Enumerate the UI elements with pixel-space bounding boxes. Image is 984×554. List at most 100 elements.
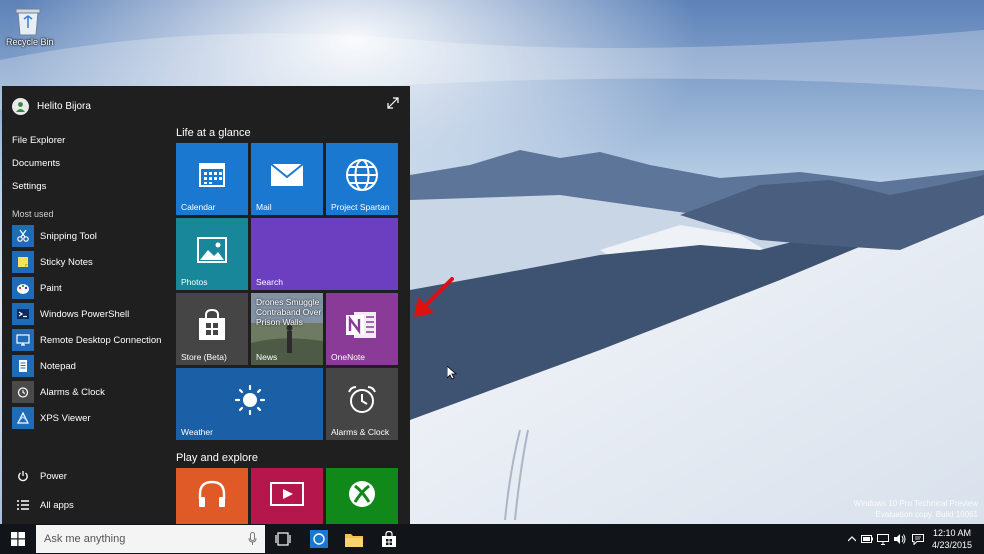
group-play-and-explore: Play and explore xyxy=(176,452,258,464)
paint-icon xyxy=(12,277,34,299)
tile-label: Project Spartan xyxy=(331,202,390,212)
list-icon xyxy=(16,500,30,510)
power-icon xyxy=(16,470,30,482)
expand-start-icon[interactable] xyxy=(386,96,400,110)
watermark-line1: Windows 10 Pro Technical Preview xyxy=(853,499,978,508)
remote-desktop-icon xyxy=(12,329,34,351)
file-explorer-link[interactable]: File Explorer xyxy=(12,135,65,146)
powershell-icon xyxy=(12,303,34,325)
settings-link[interactable]: Settings xyxy=(12,181,46,192)
app-snipping-tool[interactable]: Snipping Tool xyxy=(12,224,162,248)
cortana-search-box[interactable] xyxy=(36,525,265,553)
battery-tray-button[interactable] xyxy=(860,524,874,554)
recycle-bin-label: Recycle Bin xyxy=(6,37,54,47)
tile-weather[interactable]: Weather xyxy=(176,368,323,440)
xps-viewer-icon xyxy=(12,407,34,429)
photos-icon xyxy=(197,236,227,263)
tile-news[interactable]: Drones Smuggle Contraband Over Prison Wa… xyxy=(251,293,323,365)
app-paint[interactable]: Paint xyxy=(12,276,162,300)
red-arrow-annotation xyxy=(414,277,454,317)
spartan-taskbar-button[interactable] xyxy=(304,526,334,552)
tile-photos[interactable]: Photos xyxy=(176,218,248,290)
app-sticky-notes[interactable]: Sticky Notes xyxy=(12,250,162,274)
store-bag-icon xyxy=(197,308,227,341)
tile-mail[interactable]: Mail xyxy=(251,143,323,215)
alarm-clock-icon xyxy=(12,381,34,403)
sun-icon xyxy=(234,384,266,416)
power-label: Power xyxy=(40,470,67,482)
taskbar: 12:10 AM 4/23/2015 xyxy=(0,524,984,554)
alarm-clock-icon xyxy=(346,384,378,416)
tile-label: Calendar xyxy=(181,202,216,212)
task-view-button[interactable] xyxy=(268,526,298,552)
system-clock[interactable]: 12:10 AM 4/23/2015 xyxy=(932,527,972,551)
file-explorer-taskbar-button[interactable] xyxy=(339,526,369,552)
news-headline: Drones Smuggle Contraband Over Prison Wa… xyxy=(256,297,322,327)
task-view-icon xyxy=(275,532,291,546)
app-remote-desktop-connection[interactable]: Remote Desktop Connection xyxy=(12,328,162,352)
show-hidden-icons-button[interactable] xyxy=(846,524,858,554)
app-label: Notepad xyxy=(40,360,76,372)
all-apps-button[interactable]: All apps xyxy=(16,496,74,514)
app-label: Snipping Tool xyxy=(40,230,97,242)
mail-icon xyxy=(270,162,304,187)
network-icon xyxy=(877,533,889,545)
recycle-bin-desktop-icon[interactable]: Recycle Bin xyxy=(6,6,54,47)
tile-label: Weather xyxy=(181,427,213,437)
start-button[interactable] xyxy=(0,524,36,554)
tile-calendar[interactable]: Calendar xyxy=(176,143,248,215)
tile-search[interactable]: Search xyxy=(251,218,398,290)
watermark-line2: Evaluation copy. Build 10061 xyxy=(875,510,978,519)
calendar-icon xyxy=(198,161,226,189)
search-input[interactable] xyxy=(44,533,234,545)
sticky-notes-icon xyxy=(12,251,34,273)
tile-label: OneNote xyxy=(331,352,366,362)
tile-store[interactable]: Store (Beta) xyxy=(176,293,248,365)
app-label: Sticky Notes xyxy=(40,256,93,268)
store-bag-icon xyxy=(382,531,396,547)
tile-label: Search xyxy=(256,277,283,287)
most-used-heading: Most used xyxy=(12,209,54,219)
app-windows-powershell[interactable]: Windows PowerShell xyxy=(12,302,162,326)
all-apps-label: All apps xyxy=(40,499,74,511)
power-button[interactable]: Power xyxy=(16,467,67,485)
battery-icon xyxy=(861,535,873,543)
folder-icon xyxy=(345,533,363,547)
tile-onenote[interactable]: OneNote xyxy=(326,293,398,365)
documents-link[interactable]: Documents xyxy=(12,158,60,169)
tile-xbox[interactable] xyxy=(326,468,398,524)
network-tray-button[interactable] xyxy=(876,524,890,554)
tile-label: Photos xyxy=(181,277,208,287)
user-name: Helito Bijora xyxy=(37,100,91,112)
action-center-button[interactable] xyxy=(911,524,925,554)
group-life-at-a-glance: Life at a glance xyxy=(176,127,251,139)
tile-label: News xyxy=(256,352,278,362)
notepad-icon xyxy=(12,355,34,377)
chevron-up-icon xyxy=(848,536,856,542)
build-watermark: Windows 10 Pro Technical Preview Evaluat… xyxy=(854,498,978,520)
app-label: Paint xyxy=(40,282,62,294)
scissors-icon xyxy=(12,225,34,247)
tile-label: Mail xyxy=(256,202,272,212)
tile-label: Alarms & Clock xyxy=(331,427,390,437)
message-icon xyxy=(912,533,924,545)
app-label: Remote Desktop Connection xyxy=(40,334,162,346)
clock-date: 4/23/2015 xyxy=(931,540,972,550)
tile-video[interactable] xyxy=(251,468,323,524)
headphones-icon xyxy=(196,479,228,509)
app-alarms-clock[interactable]: Alarms & Clock xyxy=(12,380,162,404)
microphone-icon[interactable] xyxy=(248,532,257,546)
app-label: XPS Viewer xyxy=(40,412,91,424)
tile-project-spartan[interactable]: Project Spartan xyxy=(326,143,398,215)
app-label: Windows PowerShell xyxy=(40,308,130,320)
tile-alarms-clock[interactable]: Alarms & Clock xyxy=(326,368,398,440)
app-xps-viewer[interactable]: XPS Viewer xyxy=(12,406,162,430)
tile-music[interactable] xyxy=(176,468,248,524)
app-label: Alarms & Clock xyxy=(40,386,105,398)
user-account[interactable]: Helito Bijora xyxy=(12,96,91,116)
store-taskbar-button[interactable] xyxy=(374,526,404,552)
app-notepad[interactable]: Notepad xyxy=(12,354,162,378)
xbox-icon xyxy=(347,479,377,509)
volume-tray-button[interactable] xyxy=(893,524,907,554)
video-icon xyxy=(270,481,304,506)
